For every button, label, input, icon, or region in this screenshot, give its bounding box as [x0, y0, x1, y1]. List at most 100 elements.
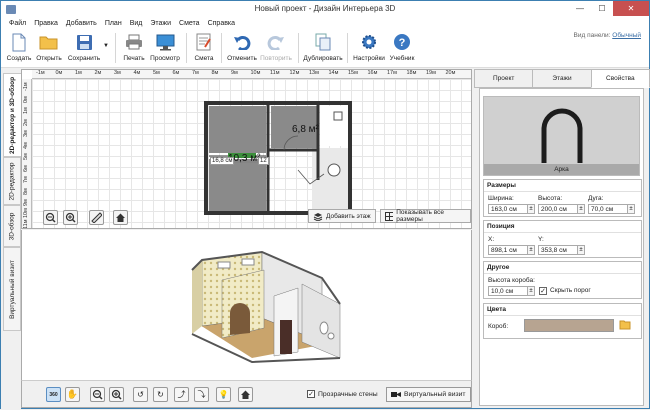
save-button[interactable]: Сохранить — [65, 29, 103, 67]
tab-project[interactable]: Проект — [474, 69, 534, 88]
dimension-label: 16,8 см — [210, 157, 235, 165]
help-icon: ? — [392, 32, 412, 52]
rotate-left-icon: ↺ — [137, 390, 144, 399]
view-3d-canvas[interactable] — [21, 230, 472, 380]
menu-estimate[interactable]: Смета — [179, 20, 200, 27]
measure-button[interactable] — [89, 210, 104, 225]
toolbar-divider — [221, 33, 222, 63]
rotate-right-icon: ↻ — [157, 390, 164, 399]
panel-view-value[interactable]: Обычный — [612, 32, 641, 39]
tab-properties[interactable]: Свойства — [590, 69, 650, 88]
duplicate-button[interactable]: Дублировать — [303, 29, 343, 67]
app-window: Новый проект - Дизайн Интерьера 3D — ☐ ✕… — [0, 0, 650, 410]
menu-plan[interactable]: План — [105, 20, 122, 27]
toolbar-divider — [298, 33, 299, 63]
grid-icon — [385, 211, 394, 221]
rotate-left-button[interactable]: ↺ — [133, 387, 148, 402]
home-3d-button[interactable] — [238, 387, 253, 402]
add-floor-button[interactable]: Добавить этаж — [308, 209, 376, 223]
colors-header: Цвета — [484, 304, 641, 316]
width-input[interactable]: 163,0 см — [488, 204, 528, 214]
settings-button[interactable]: Настройки — [352, 29, 386, 67]
tilt-up-button[interactable]: ⤴ — [174, 387, 189, 402]
zoom-in-3d-button[interactable] — [109, 387, 124, 402]
home-icon — [241, 390, 250, 399]
box-color-swatch[interactable] — [524, 319, 614, 332]
height-input[interactable]: 200,0 см — [538, 204, 578, 214]
open-button[interactable]: Открыть — [33, 29, 65, 67]
properties-panel: Проект Этажи Свойства Арка Размеры Ширин… — [474, 69, 650, 408]
video-camera-icon — [391, 392, 401, 397]
home-view-button[interactable] — [113, 210, 128, 225]
arch-preview-image — [541, 108, 583, 163]
tab-2d-3d-editor[interactable]: 2D-редактор и 3D-обзор — [3, 73, 21, 157]
rotate-right-button[interactable]: ↻ — [153, 387, 168, 402]
zoom-in-button[interactable] — [63, 210, 78, 225]
tutorial-button[interactable]: ? Учебник — [386, 29, 418, 67]
menu-edit[interactable]: Правка — [34, 20, 58, 27]
tab-3d-view[interactable]: 3D-обзор — [3, 205, 21, 247]
room-area-label: 6,8 м² — [292, 124, 319, 135]
create-button[interactable]: Создать — [5, 29, 33, 67]
ruler-icon — [91, 212, 102, 223]
x-stepper[interactable]: ± — [527, 245, 535, 255]
print-button[interactable]: Печать — [120, 29, 148, 67]
minimize-button[interactable]: — — [569, 1, 591, 16]
preview-caption: Арка — [484, 164, 639, 175]
x-input[interactable]: 898,1 см — [488, 245, 528, 255]
menu-floors[interactable]: Этажи — [150, 20, 171, 27]
menu-help[interactable]: Справка — [208, 20, 235, 27]
show-all-dimensions-button[interactable]: Показывать все размеры — [380, 209, 471, 223]
window-title: Новый проект - Дизайн Интерьера 3D — [254, 4, 396, 13]
panel-view-selector[interactable]: Вид панели: Обычный — [574, 32, 641, 39]
folder-icon[interactable] — [619, 319, 631, 331]
panel-view-label: Вид панели: — [573, 32, 611, 39]
preview-button[interactable]: Просмотр — [148, 29, 182, 67]
tilt-up-icon: ⤴ — [177, 390, 186, 399]
tilt-down-icon: ⤵ — [197, 390, 206, 399]
undo-button[interactable]: Отменить — [226, 29, 258, 67]
tab-virtual-visit[interactable]: Виртуальный визит — [3, 247, 21, 331]
box-height-stepper[interactable]: ± — [527, 286, 535, 296]
floor-plan-drawing[interactable] — [22, 70, 472, 229]
width-stepper[interactable]: ± — [527, 204, 535, 214]
virtual-visit-button[interactable]: Виртуальный визит — [386, 387, 471, 402]
save-dropdown-icon[interactable]: ▼ — [103, 29, 111, 49]
arc-input[interactable]: 70,0 см — [588, 204, 628, 214]
menu-file[interactable]: Файл — [9, 20, 26, 27]
redo-icon — [266, 32, 286, 52]
menu-add[interactable]: Добавить — [66, 20, 97, 27]
toolbar-divider — [115, 33, 116, 63]
transparent-walls-option[interactable]: ✓ Прозрачные стены — [307, 390, 378, 398]
sizes-section: Размеры Ширина: 163,0 см ± Высота: 200,0… — [483, 179, 642, 217]
rotate-360-button[interactable]: 360 — [46, 387, 61, 402]
maximize-button[interactable]: ☐ — [591, 1, 613, 16]
arc-stepper[interactable]: ± — [627, 204, 635, 214]
tab-floors[interactable]: Этажи — [532, 69, 592, 88]
pan-button[interactable]: ✋ — [65, 387, 80, 402]
zoom-out-button[interactable] — [43, 210, 58, 225]
plan-2d-canvas[interactable]: -1м 0м 1м 2м 3м 4м 5м 6м 7м 8м 9м 10м 11м 12м 13м 14м 15… — [21, 69, 472, 229]
estimate-icon — [194, 32, 214, 52]
position-header: Позиция — [484, 221, 641, 233]
tab-2d-editor[interactable]: 2D-редактор — [3, 157, 21, 205]
gear-icon — [359, 32, 379, 52]
estimate-button[interactable]: Смета — [191, 29, 217, 67]
box-height-input[interactable]: 10,0 см — [488, 286, 528, 296]
transparent-walls-checkbox[interactable]: ✓ — [307, 390, 315, 398]
close-button[interactable]: ✕ — [613, 1, 649, 16]
x-label: X: — [488, 236, 495, 243]
position-section: Позиция X: 898,1 см ± Y: 353,8 см ± — [483, 220, 642, 258]
menu-view[interactable]: Вид — [130, 20, 143, 27]
house-3d-render[interactable] — [22, 230, 471, 380]
zoom-out-3d-button[interactable] — [90, 387, 105, 402]
hide-threshold-checkbox[interactable]: ✓ — [539, 287, 547, 295]
redo-button[interactable]: Повторить — [258, 29, 294, 67]
height-stepper[interactable]: ± — [577, 204, 585, 214]
tilt-down-button[interactable]: ⤵ — [194, 387, 209, 402]
duplicate-icon — [313, 32, 333, 52]
y-stepper[interactable]: ± — [577, 245, 585, 255]
lighting-button[interactable]: 💡 — [216, 387, 231, 402]
y-label: Y: — [538, 236, 544, 243]
y-input[interactable]: 353,8 см — [538, 245, 578, 255]
